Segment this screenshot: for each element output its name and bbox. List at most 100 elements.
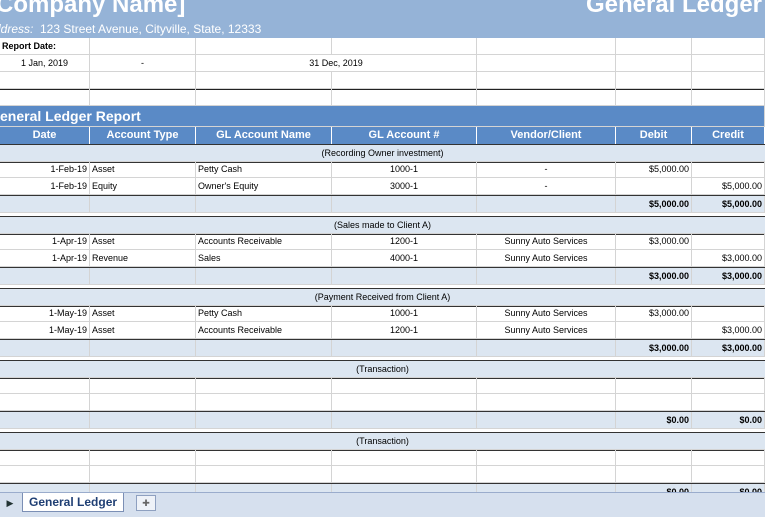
total-credit[interactable]: $0.00 [692, 484, 765, 492]
account-type-cell[interactable] [90, 394, 196, 411]
column-header-debit[interactable]: Debit [616, 127, 692, 144]
grid-cell[interactable] [196, 38, 332, 55]
debit-cell[interactable] [616, 377, 692, 394]
grid-cell[interactable] [477, 412, 616, 429]
account-name-cell[interactable]: Accounts Receivable [196, 233, 332, 250]
spreadsheet-grid[interactable]: Report Date: 1 Jan, 2019-31 Dec, 2019 ener… [0, 38, 765, 492]
grid-cell[interactable] [90, 412, 196, 429]
grid-cell[interactable] [90, 89, 196, 106]
grid-cell[interactable] [196, 89, 332, 106]
vendor-cell[interactable] [477, 466, 616, 483]
grid-cell[interactable] [90, 268, 196, 285]
grid-cell[interactable] [196, 72, 332, 89]
account-name-cell[interactable]: Owner's Equity [196, 178, 332, 195]
account-name-cell[interactable]: Sales [196, 250, 332, 267]
grid-cell[interactable] [90, 484, 196, 492]
vendor-cell[interactable]: - [477, 178, 616, 195]
grid-cell[interactable] [616, 38, 692, 55]
credit-cell[interactable]: $5,000.00 [692, 178, 765, 195]
debit-cell[interactable] [616, 178, 692, 195]
grid-cell[interactable] [0, 72, 90, 89]
grid-cell[interactable] [477, 340, 616, 357]
account-name-cell[interactable] [196, 394, 332, 411]
debit-cell[interactable] [616, 322, 692, 339]
credit-cell[interactable] [692, 449, 765, 466]
credit-cell[interactable]: $3,000.00 [692, 322, 765, 339]
grid-cell[interactable] [0, 268, 90, 285]
group-label[interactable]: (Transaction) [0, 433, 765, 450]
grid-cell[interactable] [196, 412, 332, 429]
group-label[interactable]: (Recording Owner investment) [0, 145, 765, 162]
date-cell[interactable]: 1-May-19 [0, 322, 90, 339]
vendor-cell[interactable]: Sunny Auto Services [477, 233, 616, 250]
grid-cell[interactable] [477, 484, 616, 492]
account-number-cell[interactable] [332, 466, 477, 483]
grid-cell[interactable] [332, 72, 477, 89]
account-type-cell[interactable] [90, 377, 196, 394]
grid-cell[interactable] [196, 196, 332, 213]
account-number-cell[interactable]: 1200-1 [332, 233, 477, 250]
total-credit[interactable]: $3,000.00 [692, 268, 765, 285]
column-header-gl-account-[interactable]: GL Account # [332, 127, 477, 144]
date-separator[interactable]: - [90, 55, 196, 72]
total-debit[interactable]: $0.00 [616, 412, 692, 429]
credit-cell[interactable] [692, 305, 765, 322]
grid-cell[interactable] [0, 89, 90, 106]
grid-cell[interactable] [0, 484, 90, 492]
account-number-cell[interactable]: 1000-1 [332, 305, 477, 322]
account-name-cell[interactable]: Accounts Receivable [196, 322, 332, 339]
address-value[interactable]: 123 Street Avenue, Cityville, State, 123… [40, 22, 261, 36]
total-credit[interactable]: $3,000.00 [692, 340, 765, 357]
report-section-title[interactable]: eneral Ledger Report [0, 106, 765, 127]
end-date[interactable]: 31 Dec, 2019 [196, 55, 477, 72]
account-type-cell[interactable]: Asset [90, 233, 196, 250]
group-label[interactable]: (Sales made to Client A) [0, 217, 765, 234]
sheet-tab-general-ledger[interactable]: General Ledger [22, 493, 125, 512]
total-debit[interactable]: $3,000.00 [616, 268, 692, 285]
account-type-cell[interactable] [90, 466, 196, 483]
account-number-cell[interactable] [332, 394, 477, 411]
column-header-date[interactable]: Date [0, 127, 90, 144]
debit-cell[interactable]: $5,000.00 [616, 161, 692, 178]
account-type-cell[interactable]: Asset [90, 322, 196, 339]
account-number-cell[interactable]: 4000-1 [332, 250, 477, 267]
grid-cell[interactable] [692, 55, 765, 72]
grid-cell[interactable] [616, 72, 692, 89]
debit-cell[interactable]: $3,000.00 [616, 233, 692, 250]
date-cell[interactable] [0, 377, 90, 394]
grid-cell[interactable] [332, 38, 477, 55]
date-cell[interactable]: 1-Apr-19 [0, 233, 90, 250]
report-date-label[interactable]: Report Date: [0, 38, 90, 55]
grid-cell[interactable] [196, 268, 332, 285]
account-name-cell[interactable]: Petty Cash [196, 305, 332, 322]
grid-cell[interactable] [692, 38, 765, 55]
debit-cell[interactable] [616, 250, 692, 267]
vendor-cell[interactable] [477, 377, 616, 394]
grid-cell[interactable] [332, 268, 477, 285]
grid-cell[interactable] [477, 89, 616, 106]
grid-cell[interactable] [0, 340, 90, 357]
date-cell[interactable]: 1-Feb-19 [0, 178, 90, 195]
debit-cell[interactable] [616, 449, 692, 466]
vendor-cell[interactable] [477, 394, 616, 411]
total-debit[interactable]: $3,000.00 [616, 340, 692, 357]
date-cell[interactable]: 1-Apr-19 [0, 250, 90, 267]
grid-cell[interactable] [692, 89, 765, 106]
credit-cell[interactable] [692, 466, 765, 483]
date-cell[interactable]: 1-Feb-19 [0, 161, 90, 178]
credit-cell[interactable] [692, 161, 765, 178]
grid-cell[interactable] [692, 72, 765, 89]
account-number-cell[interactable] [332, 449, 477, 466]
grid-cell[interactable] [0, 412, 90, 429]
debit-cell[interactable] [616, 394, 692, 411]
account-name-cell[interactable] [196, 466, 332, 483]
account-type-cell[interactable] [90, 449, 196, 466]
ledger-title[interactable]: General Ledger [586, 0, 762, 19]
vendor-cell[interactable]: Sunny Auto Services [477, 250, 616, 267]
date-cell[interactable]: 1-May-19 [0, 305, 90, 322]
account-type-cell[interactable]: Equity [90, 178, 196, 195]
account-type-cell[interactable]: Revenue [90, 250, 196, 267]
total-credit[interactable]: $0.00 [692, 412, 765, 429]
grid-cell[interactable] [477, 196, 616, 213]
group-label[interactable]: (Payment Received from Client A) [0, 289, 765, 306]
